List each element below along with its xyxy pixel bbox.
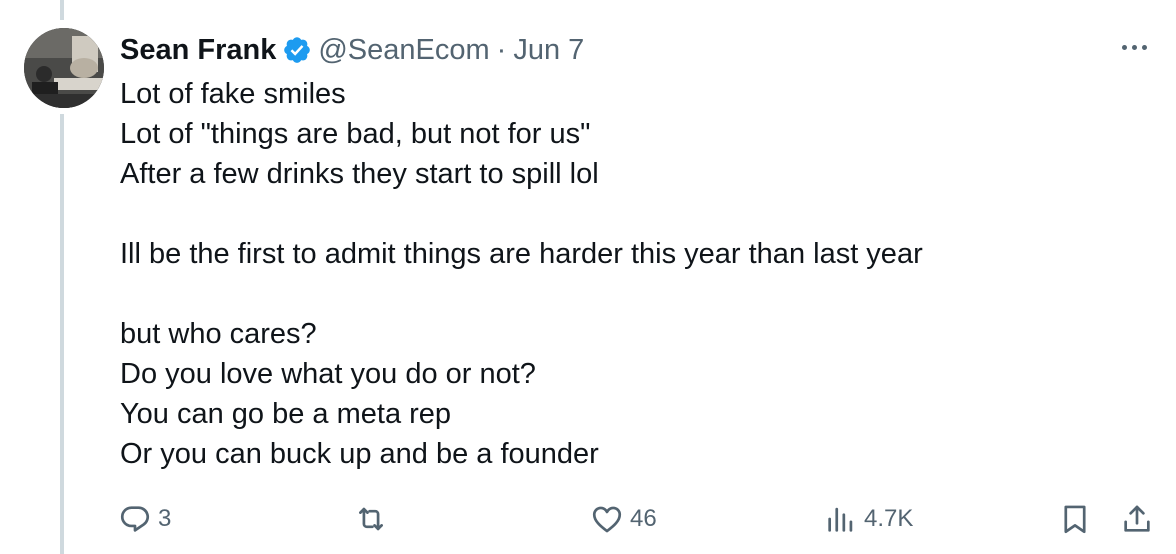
author-handle[interactable]: @SeanEcom [318,34,489,67]
tweet-line: Lot of fake smiles [120,78,346,110]
tweet-line: Do you love what you do or not? [120,358,536,390]
share-icon [1124,505,1150,532]
dot [1121,44,1127,50]
like-count: 46 [630,505,657,532]
like-button[interactable]: 46 [590,496,657,542]
retweet-button[interactable] [354,496,394,542]
tweet-actions: 3 46 4.7K [0,496,1176,542]
reply-count: 3 [158,505,172,532]
tweet-line [120,194,1140,234]
tweet-line: Or you can buck up and be a founder [120,438,599,470]
thread-connector-top [60,0,64,20]
bookmark-icon [1064,505,1086,534]
tweet-line: You can go be a meta rep [120,398,452,430]
tweet-line [120,274,1140,314]
reply-button[interactable]: 3 [118,496,171,542]
share-button[interactable] [1120,496,1154,542]
retweet-icon [359,507,383,531]
tweet-text: Lot of fake smiles Lot of "things are ba… [120,74,1140,474]
avatar-photo [24,28,104,108]
header-separator: · [496,33,507,66]
author-name[interactable]: Sean Frank [120,34,276,67]
avatar[interactable] [24,28,104,108]
tweet-line: After a few drinks they start to spill l… [120,158,599,190]
tweet-date[interactable]: Jun 7 [513,34,584,67]
tweet-line: Lot of "things are bad, but not for us" [120,118,591,150]
like-icon [592,506,622,533]
dot [1141,44,1147,50]
bookmark-button[interactable] [1058,496,1092,542]
tweet-line: but who cares? [120,318,317,350]
verified-badge-icon [282,35,312,65]
views-icon [828,507,853,532]
tweet-header: Sean Frank @SeanEcom · Jun 7 [120,30,584,70]
views-count: 4.7K [864,505,914,532]
dot [1131,44,1137,50]
more-options-icon[interactable] [1114,30,1154,64]
reply-icon [120,506,150,532]
tweet-line: Ill be the first to admit things are har… [120,238,923,270]
views-button[interactable]: 4.7K [824,496,913,542]
thread-connector [60,114,64,554]
